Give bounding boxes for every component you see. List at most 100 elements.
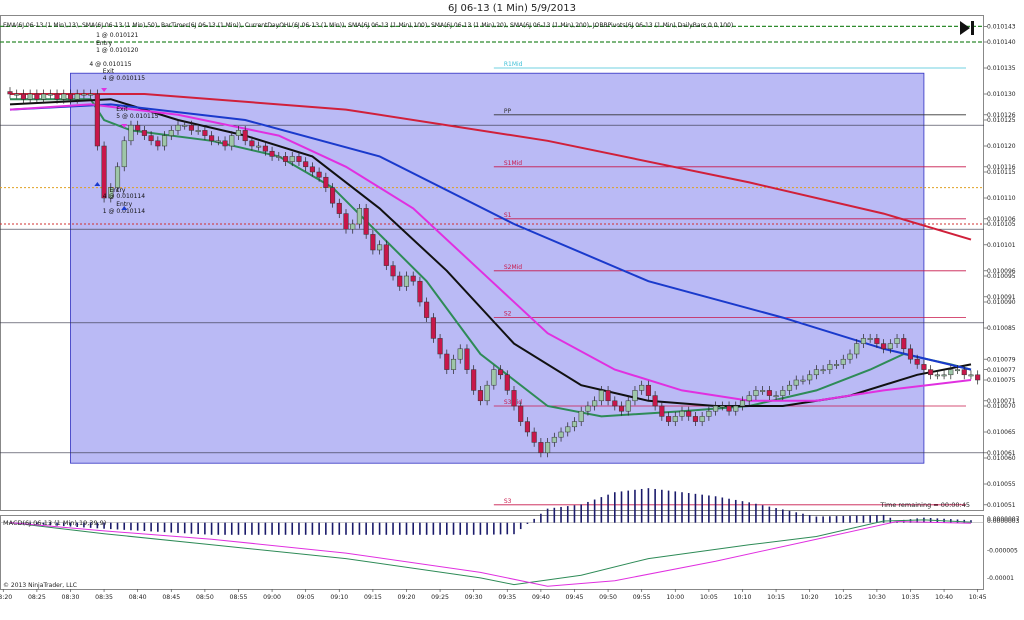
y-tick-label: 0.010125 xyxy=(987,117,1016,124)
candle-body xyxy=(713,405,719,412)
x-tick-label: 09:00 xyxy=(263,594,281,601)
candle-body xyxy=(773,395,779,398)
pivot-label: S1 xyxy=(504,212,512,219)
candle-body xyxy=(471,369,477,391)
candle-body xyxy=(793,379,799,386)
trade-annotation: 1 @ 0.010121 xyxy=(96,32,138,39)
y-tick-label: 0.010130 xyxy=(987,91,1016,98)
candle-body xyxy=(887,343,893,350)
candle-body xyxy=(854,343,860,355)
candle-body xyxy=(148,135,154,142)
candle-body xyxy=(229,135,235,147)
trade-annotation: 4 @ 0.010115 xyxy=(89,61,131,68)
x-tick-label: 09:40 xyxy=(532,594,550,601)
candle-body xyxy=(948,369,954,376)
y-tick-label: 0.010055 xyxy=(987,481,1016,488)
candle-body xyxy=(27,93,33,100)
y-tick-label: 0.010120 xyxy=(987,143,1016,150)
candle-body xyxy=(491,369,497,386)
candle-body xyxy=(901,338,907,350)
y-tick-label: 0.010077 xyxy=(987,367,1016,374)
x-tick-label: 09:20 xyxy=(398,594,416,601)
candle-body xyxy=(504,374,510,391)
pivot-label: S2Mid xyxy=(504,264,522,271)
candle-body xyxy=(558,431,564,438)
candle-body xyxy=(242,130,248,142)
candle-body xyxy=(632,390,638,402)
candle-body xyxy=(551,436,557,443)
x-tick-label: 09:10 xyxy=(330,594,348,601)
candle-body xyxy=(753,390,759,396)
candle-body xyxy=(592,400,598,407)
pivot-label: S1Mid xyxy=(504,160,522,167)
candle-body xyxy=(67,93,74,100)
candle-body xyxy=(860,338,866,344)
candle-body xyxy=(430,317,436,339)
x-tick-label: 10:10 xyxy=(734,594,752,601)
x-tick-label: 09:55 xyxy=(633,594,651,601)
x-tick-label: 10:45 xyxy=(969,594,987,601)
candle-body xyxy=(162,135,168,147)
candle-body xyxy=(975,374,981,381)
x-tick-label: 09:25 xyxy=(431,594,449,601)
candle-body xyxy=(7,91,13,95)
candle-body xyxy=(968,374,974,377)
macd-tick-label: 0.0000003 xyxy=(987,518,1020,525)
y-tick-label: 0.010115 xyxy=(987,169,1016,176)
candle-body xyxy=(498,369,504,376)
candle-body xyxy=(81,93,87,96)
candle-body xyxy=(88,93,94,96)
candle-body xyxy=(437,338,443,355)
x-tick-label: 10:05 xyxy=(700,594,718,601)
copyright: © 2013 NinjaTrader, LLC xyxy=(3,582,77,589)
candle-body xyxy=(175,124,181,131)
y-tick-label: 0.010085 xyxy=(987,325,1016,332)
chart-svg[interactable]: 6J 06-13 (1 Min) 5/9/2013 R1Mid PP S1Mid S1… xyxy=(0,0,1024,616)
candle-body xyxy=(444,353,450,370)
candle-body xyxy=(571,421,578,428)
candle-body xyxy=(141,130,147,136)
candle-body xyxy=(518,405,524,422)
candle-body xyxy=(128,124,134,142)
candle-body xyxy=(269,150,275,157)
pivot-label: S3 xyxy=(504,498,512,505)
candle-body xyxy=(840,358,846,365)
trade-annotation: 5 @ 0.010115 xyxy=(116,113,158,120)
x-tick-label: 08:30 xyxy=(62,594,80,601)
x-tick-label: 08:45 xyxy=(162,594,180,601)
candle-body xyxy=(323,176,329,188)
candle-body xyxy=(739,400,746,407)
y-tick-label: 0.010065 xyxy=(987,429,1016,436)
y-tick-label: 0.010101 xyxy=(987,242,1016,249)
candle-body xyxy=(746,395,752,402)
candle-body xyxy=(639,384,645,391)
candle-body xyxy=(276,156,282,158)
candle-body xyxy=(61,93,67,100)
x-tick-label: 10:00 xyxy=(666,594,684,601)
candle-body xyxy=(222,140,228,147)
y-tick-label: 0.010090 xyxy=(987,299,1016,306)
trade-annotation: Entry xyxy=(96,40,112,47)
candle-body xyxy=(182,124,188,127)
candle-body xyxy=(881,343,887,350)
y-tick-label: 0.010079 xyxy=(987,356,1016,363)
candle-body xyxy=(403,275,410,287)
candle-body xyxy=(41,93,47,100)
candle-body xyxy=(114,166,121,188)
candle-body xyxy=(786,384,793,391)
candle-body xyxy=(450,358,457,370)
candle-body xyxy=(766,390,772,396)
x-tick-label: 09:15 xyxy=(364,594,382,601)
candle-body xyxy=(706,410,712,417)
candle-body xyxy=(202,130,208,136)
candle-body xyxy=(847,353,853,360)
x-tick-label: 09:05 xyxy=(297,594,315,601)
candle-body xyxy=(941,374,947,377)
candle-body xyxy=(719,405,725,408)
candle-body xyxy=(370,234,376,251)
trade-annotation: 4 @ 0.010115 xyxy=(103,75,145,82)
y-tick-label: 0.010060 xyxy=(987,455,1016,462)
y-tick-label: 0.010140 xyxy=(987,39,1016,46)
x-tick-label: 08:50 xyxy=(196,594,214,601)
macd-tick-label: -0.00001 xyxy=(987,575,1014,582)
